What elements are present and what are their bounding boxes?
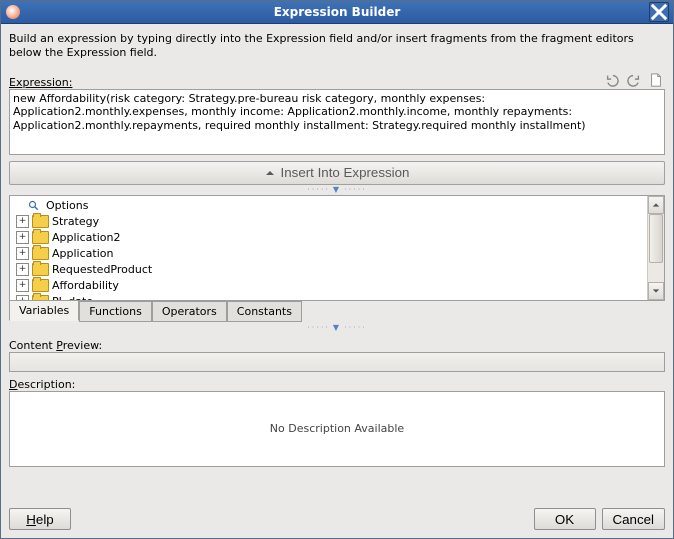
- folder-icon: [32, 279, 49, 292]
- insert-into-expression-button[interactable]: Insert Into Expression: [9, 161, 665, 185]
- scroll-track[interactable]: [648, 214, 664, 282]
- tree-item-application2[interactable]: + Application2: [10, 230, 647, 246]
- app-logo-icon: [6, 5, 20, 19]
- titlebar[interactable]: Expression Builder: [1, 1, 673, 24]
- chevron-up-icon: [652, 201, 660, 209]
- tree-item-requestedproduct[interactable]: + RequestedProduct: [10, 262, 647, 278]
- expression-textarea[interactable]: [9, 89, 665, 155]
- search-icon: [26, 199, 42, 213]
- folder-icon: [32, 231, 49, 244]
- fragment-tabs: Variables Functions Operators Constants: [9, 301, 665, 323]
- content-preview-label: Content Preview:: [9, 339, 665, 352]
- expand-icon[interactable]: +: [16, 215, 29, 228]
- tree-body[interactable]: Options + Strategy + Application2 + Appl…: [10, 196, 647, 300]
- tree-item-application[interactable]: + Application: [10, 246, 647, 262]
- tab-constants[interactable]: Constants: [227, 301, 302, 322]
- description-label: Description:: [9, 378, 665, 391]
- tab-variables[interactable]: Variables: [9, 300, 79, 321]
- folder-icon: [32, 215, 49, 228]
- undo-button[interactable]: [603, 71, 621, 89]
- scroll-thumb[interactable]: [649, 214, 663, 264]
- splitter-top[interactable]: ·····▼·····: [9, 185, 665, 195]
- page-icon: [649, 73, 663, 87]
- expand-icon[interactable]: +: [16, 279, 29, 292]
- redo-button[interactable]: [625, 71, 643, 89]
- cancel-button[interactable]: Cancel: [602, 508, 666, 530]
- tab-functions[interactable]: Functions: [79, 301, 152, 322]
- ok-button[interactable]: OK: [534, 508, 596, 530]
- expression-builder-dialog: Expression Builder Build an expression b…: [0, 0, 674, 539]
- tree-root-options[interactable]: Options: [10, 198, 647, 214]
- expand-icon[interactable]: +: [16, 247, 29, 260]
- tree-item-label: RequestedProduct: [52, 263, 152, 276]
- expression-label: Expression:: [9, 76, 72, 89]
- undo-icon: [605, 73, 619, 87]
- help-button[interactable]: Help: [9, 508, 71, 530]
- chevron-up-icon: [265, 168, 275, 178]
- folder-icon: [32, 247, 49, 260]
- scroll-down-button[interactable]: [648, 282, 664, 300]
- tree-item-label: Affordability: [52, 279, 119, 292]
- folder-icon: [32, 263, 49, 276]
- intro-text: Build an expression by typing directly i…: [9, 32, 665, 61]
- expand-icon[interactable]: +: [16, 263, 29, 276]
- close-button[interactable]: [649, 2, 669, 22]
- tree-scrollbar[interactable]: [647, 196, 664, 300]
- window-title: Expression Builder: [25, 5, 649, 19]
- tree-item-affordability[interactable]: + Affordability: [10, 278, 647, 294]
- splitter-mid[interactable]: ·····▼·····: [9, 323, 665, 333]
- clear-button[interactable]: [647, 71, 665, 89]
- content-preview-box: [9, 352, 665, 372]
- close-icon: [650, 3, 668, 21]
- description-box: No Description Available: [9, 391, 665, 467]
- chevron-down-icon: [652, 287, 660, 295]
- insert-button-label: Insert Into Expression: [281, 165, 410, 180]
- fragment-tree: Options + Strategy + Application2 + Appl…: [9, 195, 665, 301]
- expand-icon[interactable]: +: [16, 231, 29, 244]
- tree-item-label: Application2: [52, 231, 120, 244]
- tree-item-label: Application: [52, 247, 113, 260]
- dialog-footer: Help OK Cancel: [1, 502, 673, 538]
- tree-item-label: Strategy: [52, 215, 99, 228]
- tree-item-pldate[interactable]: + PL.date: [10, 294, 647, 300]
- description-placeholder: No Description Available: [270, 422, 404, 435]
- scroll-up-button[interactable]: [648, 196, 664, 214]
- tree-root-label: Options: [46, 199, 88, 212]
- expression-toolbar: [603, 71, 665, 89]
- redo-icon: [627, 73, 641, 87]
- tree-item-strategy[interactable]: + Strategy: [10, 214, 647, 230]
- tab-operators[interactable]: Operators: [152, 301, 227, 322]
